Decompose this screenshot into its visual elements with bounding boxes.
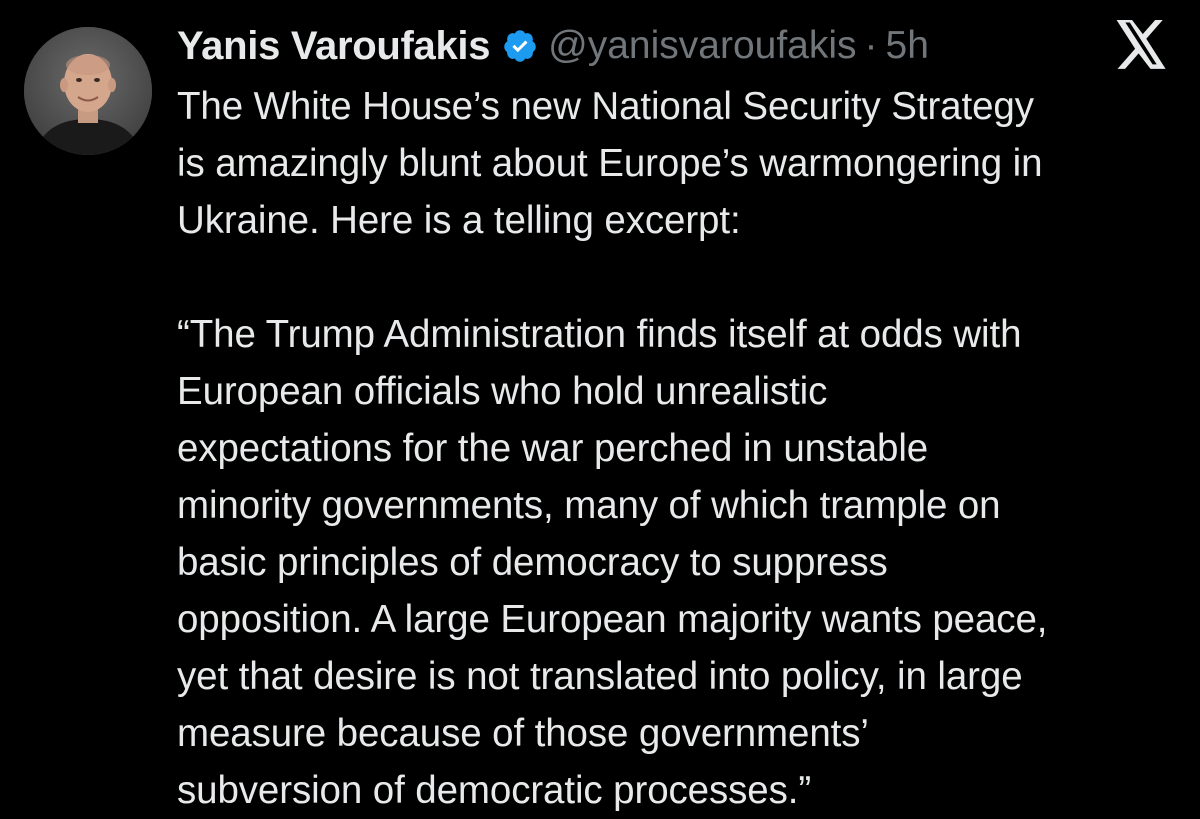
author-handle[interactable]: @yanisvaroufakis <box>548 24 856 68</box>
profile-photo <box>24 27 152 155</box>
verified-badge-icon <box>502 28 538 64</box>
author-display-name[interactable]: Yanis Varoufakis <box>177 24 490 69</box>
tweet-header: Yanis Varoufakis @yanisvaroufakis · 5h <box>177 18 929 74</box>
x-logo-icon[interactable] <box>1112 20 1170 70</box>
tweet-text: The White House’s new National Security … <box>177 85 1048 812</box>
timestamp[interactable]: 5h <box>886 24 929 68</box>
separator-dot: · <box>864 24 878 67</box>
avatar[interactable] <box>24 27 152 155</box>
tweet-card: Yanis Varoufakis @yanisvaroufakis · 5h T… <box>0 0 1200 812</box>
